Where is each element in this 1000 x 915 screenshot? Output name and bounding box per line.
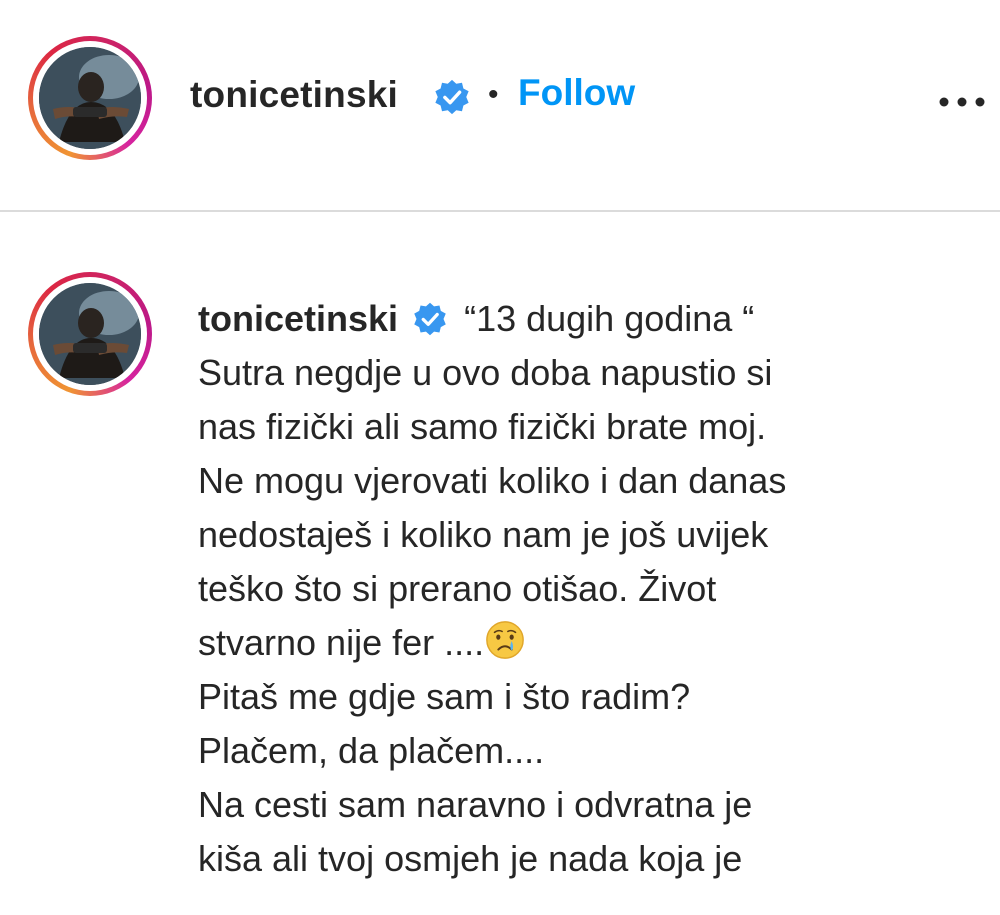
separator-dot: • <box>488 78 499 111</box>
caption-line-with-emoji: stvarno nije fer .... <box>198 616 988 670</box>
verified-badge-icon <box>435 79 469 115</box>
caption-line: Na cesti sam naravno i odvratna je <box>198 784 753 825</box>
more-options-icon[interactable] <box>934 92 990 112</box>
header-divider <box>0 210 1000 212</box>
crying-face-icon <box>486 621 524 659</box>
caption-line: nedostaješ i koliko nam je još uvijek <box>198 514 769 555</box>
header-username[interactable]: tonicetinski <box>190 74 398 116</box>
follow-button[interactable]: Follow <box>518 72 635 114</box>
profile-avatar[interactable] <box>28 36 152 160</box>
caption-line: Plačem, da plačem.... <box>198 730 545 771</box>
caption-line: “13 dugih godina “ <box>464 298 755 339</box>
caption-first-line: tonicetinski “13 dugih godina “ <box>198 292 988 346</box>
caption-line: kiša ali tvoj osmjeh je nada koja je <box>198 838 743 879</box>
caption-line: Ne mogu vjerovati koliko i dan danas <box>198 460 787 501</box>
post-caption: tonicetinski “13 dugih godina “ Sutra ne… <box>198 292 988 886</box>
caption-line: stvarno nije fer .... <box>198 622 485 663</box>
verified-badge-icon <box>414 302 446 336</box>
caption-username[interactable]: tonicetinski <box>198 298 398 339</box>
caption-line: Pitaš me gdje sam i što radim? <box>198 676 691 717</box>
caption-line: teško što si prerano otišao. Život <box>198 568 717 609</box>
caption-line: Sutra negdje u ovo doba napustio si <box>198 352 773 393</box>
caption-line: nas fizički ali samo fizički brate moj. <box>198 406 767 447</box>
caption-avatar[interactable] <box>28 272 152 396</box>
post-header: tonicetinski • Follow <box>0 0 1000 210</box>
